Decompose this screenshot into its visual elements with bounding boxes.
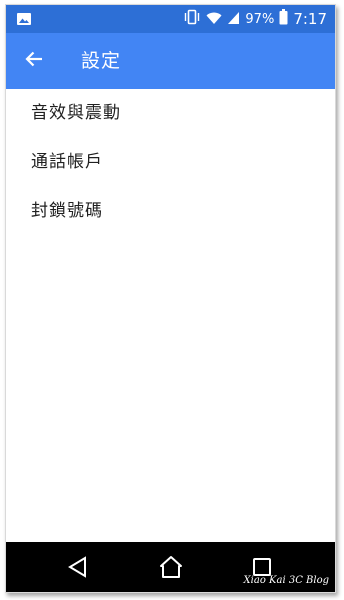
settings-item-blocked-numbers[interactable]: 封鎖號碼 — [6, 187, 335, 236]
settings-item-calling-accounts[interactable]: 通話帳戶 — [6, 138, 335, 187]
back-button[interactable] — [20, 47, 48, 75]
settings-item-sound-vibration[interactable]: 音效與震動 — [6, 89, 335, 138]
page-title: 設定 — [81, 50, 122, 72]
settings-list: 音效與震動 通話帳戶 封鎖號碼 — [6, 89, 335, 236]
wifi-icon — [206, 10, 222, 29]
signal-icon — [227, 10, 240, 29]
nav-back-icon[interactable] — [65, 554, 91, 580]
status-icons: 97% 7:17 — [183, 5, 327, 33]
app-bar: 設定 — [6, 33, 335, 89]
arrow-back-icon — [25, 50, 43, 72]
nav-home-icon[interactable] — [158, 554, 184, 580]
navigation-bar: Xiao Kai 3C Blog — [6, 542, 335, 592]
battery-percent: 97% — [245, 11, 275, 27]
watermark: Xiao Kai 3C Blog — [243, 575, 329, 586]
image-icon — [16, 11, 32, 27]
clock: 7:17 — [293, 10, 327, 28]
phone-screen: 97% 7:17 設定 音效與震動 通話帳戶 封鎖號碼 Xiao Kai 3C … — [5, 4, 336, 593]
battery-icon — [279, 9, 288, 29]
status-bar: 97% 7:17 — [6, 5, 335, 33]
vibrate-icon — [183, 9, 201, 29]
